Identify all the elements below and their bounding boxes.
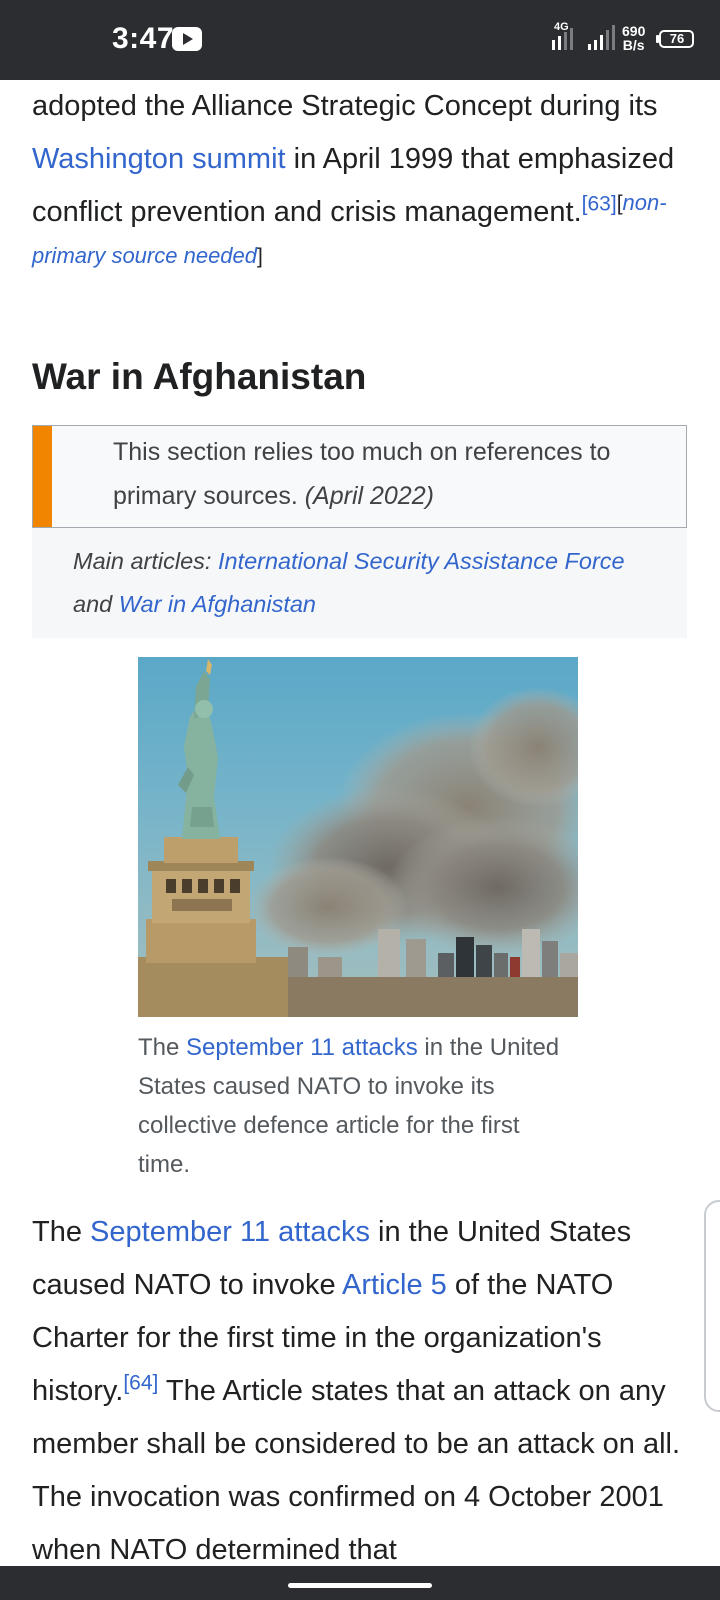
caption-september-11-link[interactable]: September 11 attacks xyxy=(186,1034,418,1061)
isaf-link[interactable]: International Security Assistance Force xyxy=(218,548,625,574)
war-in-afghanistan-link[interactable]: War in Afghanistan xyxy=(119,591,316,617)
side-scroll-handle[interactable] xyxy=(704,1200,720,1412)
september-11-attacks-link[interactable]: September 11 attacks xyxy=(90,1216,370,1248)
statue-of-liberty-smoke-illustration xyxy=(138,659,578,1017)
youtube-notification-icon xyxy=(172,27,202,51)
main-articles-hatnote: Main articles: International Security As… xyxy=(32,528,687,638)
notice-severity-bar xyxy=(33,426,52,527)
washington-summit-link[interactable]: Washington summit xyxy=(32,143,286,175)
main-text-1: The xyxy=(32,1216,91,1248)
citation-63-link[interactable]: [63] xyxy=(582,192,617,215)
data-speed-unit: B/s xyxy=(622,37,645,53)
figure-caption: The September 11 attacks in the United S… xyxy=(138,1028,578,1184)
citation-64-link[interactable]: [64] xyxy=(123,1371,158,1394)
data-speed: 690 B/s xyxy=(622,24,645,52)
notice-date: (April 2022) xyxy=(304,482,434,510)
primary-sources-notice[interactable]: This section relies too much on referenc… xyxy=(32,425,687,528)
battery-icon: 76 xyxy=(656,30,694,48)
status-time: 3:47 xyxy=(112,22,175,55)
navigation-bar xyxy=(0,1566,720,1600)
status-bar: 3:47 4G 690 B/s 76 xyxy=(0,0,720,80)
ref-needed-close: ] xyxy=(257,245,263,269)
hatnote-conjunction: and xyxy=(73,591,119,617)
article-5-link[interactable]: Article 5 xyxy=(342,1269,447,1301)
data-speed-value: 690 xyxy=(622,23,646,39)
home-gesture-handle[interactable] xyxy=(288,1583,432,1588)
article-content: adopted the Alliance Strategic Concept d… xyxy=(32,80,688,292)
main-text-4: The Article states that an attack on any… xyxy=(32,1375,681,1566)
battery-level: 76 xyxy=(669,31,685,46)
main-paragraph: The September 11 attacks in the United S… xyxy=(32,1206,692,1577)
intro-text-1: adopted the Alliance Strategic Concept d… xyxy=(32,90,658,122)
signal-bars-icon xyxy=(588,25,615,50)
intro-paragraph: adopted the Alliance Strategic Concept d… xyxy=(32,80,688,292)
hatnote-prefix: Main articles: xyxy=(73,548,218,574)
network-type-label: 4G xyxy=(554,21,569,33)
september-11-photo[interactable] xyxy=(138,657,578,1017)
section-heading[interactable]: War in Afghanistan xyxy=(32,356,366,398)
notice-text: This section relies too much on referenc… xyxy=(113,430,673,518)
caption-prefix: The xyxy=(138,1034,187,1061)
